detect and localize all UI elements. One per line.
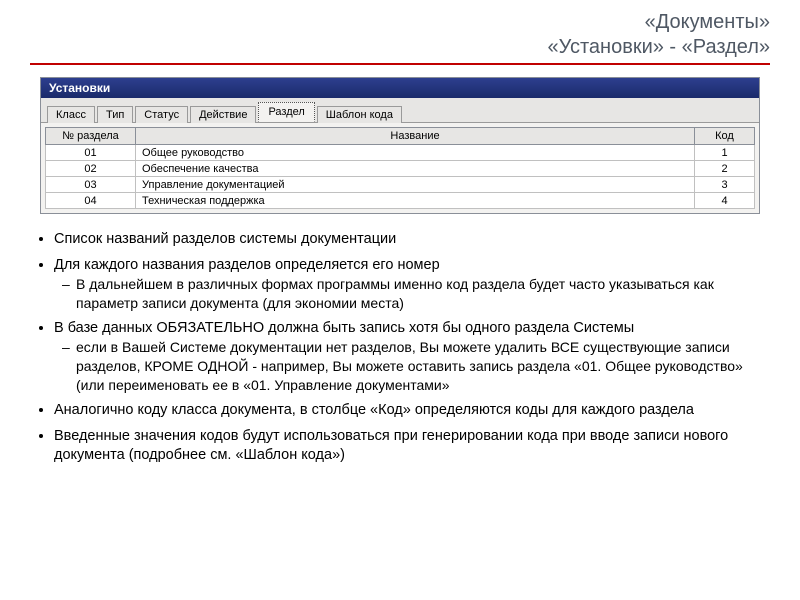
sections-table: № раздела Название Код 01 Общее руководс… xyxy=(45,127,755,209)
tab-strip: Класс Тип Статус Действие Раздел Шаблон … xyxy=(41,98,759,122)
col-name: Название xyxy=(136,128,695,145)
bullet: Список названий разделов системы докумен… xyxy=(54,230,770,250)
cell-num: 03 xyxy=(46,177,136,193)
cell-num: 02 xyxy=(46,161,136,177)
col-code: Код xyxy=(695,128,755,145)
bullet: Для каждого названия разделов определяет… xyxy=(54,256,770,313)
tab-panel: № раздела Название Код 01 Общее руководс… xyxy=(41,122,759,213)
cell-code: 1 xyxy=(695,145,755,161)
tab-code-template[interactable]: Шаблон кода xyxy=(317,106,402,123)
table-row[interactable]: 03 Управление документацией 3 xyxy=(46,177,755,193)
bullet: В базе данных ОБЯЗАТЕЛЬНО должна быть за… xyxy=(54,319,770,395)
settings-window: Установки Класс Тип Статус Действие Разд… xyxy=(40,77,760,214)
table-header-row: № раздела Название Код xyxy=(46,128,755,145)
bullet: Введенные значения кодов будут использов… xyxy=(54,427,770,466)
table-row[interactable]: 01 Общее руководство 1 xyxy=(46,145,755,161)
title-line-2: «Установки» - «Раздел» xyxy=(30,35,770,60)
cell-num: 04 xyxy=(46,193,136,209)
col-number: № раздела xyxy=(46,128,136,145)
cell-name: Общее руководство xyxy=(136,145,695,161)
cell-code: 2 xyxy=(695,161,755,177)
bullet: Аналогично коду класса документа, в стол… xyxy=(54,401,770,421)
table-row[interactable]: 02 Обеспечение качества 2 xyxy=(46,161,755,177)
cell-code: 4 xyxy=(695,193,755,209)
bullet-content: Список названий разделов системы докумен… xyxy=(30,230,770,466)
window-titlebar: Установки xyxy=(41,78,759,98)
table-row[interactable]: 04 Техническая поддержка 4 xyxy=(46,193,755,209)
tab-section[interactable]: Раздел xyxy=(258,102,314,122)
title-line-1: «Документы» xyxy=(30,10,770,35)
sub-bullet: если в Вашей Системе документации нет ра… xyxy=(76,338,770,395)
cell-num: 01 xyxy=(46,145,136,161)
divider xyxy=(30,63,770,65)
tab-type[interactable]: Тип xyxy=(97,106,133,123)
tab-action[interactable]: Действие xyxy=(190,106,256,123)
cell-name: Техническая поддержка xyxy=(136,193,695,209)
cell-name: Обеспечение качества xyxy=(136,161,695,177)
tab-status[interactable]: Статус xyxy=(135,106,188,123)
tab-class[interactable]: Класс xyxy=(47,106,95,123)
slide-title: «Документы» «Установки» - «Раздел» xyxy=(30,10,770,60)
cell-code: 3 xyxy=(695,177,755,193)
sub-bullet: В дальнейшем в различных формах программ… xyxy=(76,275,770,313)
cell-name: Управление документацией xyxy=(136,177,695,193)
